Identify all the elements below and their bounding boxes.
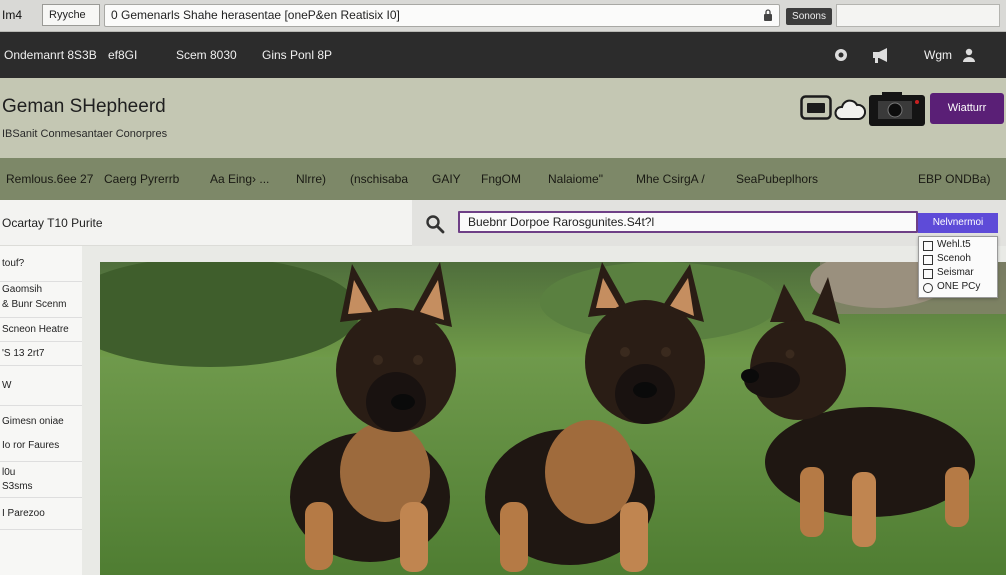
dropdown-item-label: Scenoh xyxy=(937,253,971,264)
category-nav: Remlous.6ee 27 Caerg Pyrerrb Aa Eing› ..… xyxy=(0,158,1006,200)
topnav-item[interactable]: ef8GI xyxy=(108,32,137,78)
dropdown-item[interactable]: Wehl.t5 xyxy=(919,238,997,252)
category-item[interactable]: Mhe CsirgA / xyxy=(636,158,705,200)
extension-chip[interactable]: Sonons xyxy=(786,8,832,25)
search-icon[interactable] xyxy=(425,214,445,234)
dropdown-item[interactable]: ONE PCy xyxy=(919,280,997,294)
topnav-item[interactable]: Scem 8030 xyxy=(176,32,237,78)
category-item[interactable]: Nlrre) xyxy=(296,158,326,200)
sidebar-item[interactable]: Scneon Heatre xyxy=(0,318,82,342)
lock-icon[interactable] xyxy=(763,9,773,21)
search-row: Ocartay T10 Purite Nelvnermoi xyxy=(0,200,1006,246)
dropdown-item-label: ONE PCy xyxy=(937,281,981,292)
category-item[interactable]: FngOM xyxy=(481,158,521,200)
topnav-user-label[interactable]: Wgm xyxy=(924,32,952,78)
search-input[interactable] xyxy=(458,211,918,233)
category-item[interactable]: SeaPubeplhors xyxy=(736,158,818,200)
menu-icon xyxy=(923,269,933,279)
search-dropdown-menu: Wehl.t5 Scenoh Seismar ONE PCy xyxy=(918,236,998,298)
category-item[interactable]: Caerg Pyrerrb xyxy=(104,158,179,200)
site-header: Geman SHepheerd IBSanit Conmesantaer Con… xyxy=(0,78,1006,158)
sidebar-item[interactable]: l0u S3sms xyxy=(0,462,82,498)
site-title: Geman SHepheerd xyxy=(2,96,166,117)
address-bar[interactable]: 0 Gemenarls Shahe herasentae [oneP&en Re… xyxy=(104,4,780,27)
puppies-photo xyxy=(100,262,1006,575)
sidebar-item[interactable]: touf? xyxy=(0,246,82,282)
category-item[interactable]: (nschisaba xyxy=(350,158,408,200)
sidebar-item[interactable]: I Parezoo xyxy=(0,498,82,530)
sidebar-item[interactable]: 'S 13 2rt7 xyxy=(0,342,82,366)
megaphone-icon[interactable] xyxy=(870,46,892,64)
search-button[interactable]: Nelvnermoi xyxy=(918,213,998,233)
page-heading: Ocartay T10 Purite xyxy=(2,216,103,230)
browser-search-box[interactable] xyxy=(836,4,1000,27)
top-navigation: Ondemanrt 8S3B ef8GI Scem 8030 Gins Ponl… xyxy=(0,32,1006,78)
dropdown-item[interactable]: Scenoh xyxy=(919,252,997,266)
category-item[interactable]: Remlous.6ee 27 xyxy=(6,158,93,200)
sidebar: touf? Gaomsih & Bunr Scenm Scneon Heatre… xyxy=(0,246,82,575)
menu-icon xyxy=(923,255,933,265)
category-item[interactable]: Nalaiome" xyxy=(548,158,603,200)
menu-icon xyxy=(923,283,933,293)
dropdown-item-label: Seismar xyxy=(937,267,974,278)
browser-tab-active[interactable]: Ryyche xyxy=(42,4,100,26)
topnav-item[interactable]: Gins Ponl 8P xyxy=(262,32,332,78)
sidebar-item[interactable]: & Bunr Scenm xyxy=(0,298,82,318)
header-action-button[interactable]: Wiatturr xyxy=(930,93,1004,124)
browser-icon[interactable] xyxy=(832,46,850,64)
category-item[interactable]: Aa Eing› ... xyxy=(210,158,269,200)
hero-image xyxy=(100,262,1006,575)
dropdown-item-label: Wehl.t5 xyxy=(937,239,971,250)
sidebar-item[interactable]: Gimesn oniae xyxy=(0,406,82,438)
menu-icon xyxy=(923,241,933,251)
topnav-item[interactable]: Ondemanrt 8S3B xyxy=(4,32,97,78)
camera-icon[interactable] xyxy=(868,91,926,127)
site-subtitle: IBSanit Conmesantaer Conorpres xyxy=(2,128,168,140)
cloud-icon[interactable] xyxy=(834,96,866,122)
user-icon[interactable] xyxy=(960,46,978,64)
search-area: Nelvnermoi xyxy=(412,200,1006,246)
sidebar-item[interactable]: W xyxy=(0,366,82,406)
category-item[interactable]: GAIY xyxy=(432,158,461,200)
dropdown-item[interactable]: Seismar xyxy=(919,266,997,280)
category-item-right[interactable]: EBP ONDBa) xyxy=(918,158,990,200)
browser-toolbar: Im4 Ryyche 0 Gemenarls Shahe herasentae … xyxy=(0,0,1006,32)
sidebar-item[interactable]: Io ror Faures xyxy=(0,438,82,462)
sidebar-item[interactable]: Gaomsih xyxy=(0,282,82,298)
browser-tab[interactable]: Im4 xyxy=(0,4,38,26)
url-text[interactable]: 0 Gemenarls Shahe herasentae [oneP&en Re… xyxy=(111,5,751,26)
tv-icon[interactable] xyxy=(800,95,832,121)
